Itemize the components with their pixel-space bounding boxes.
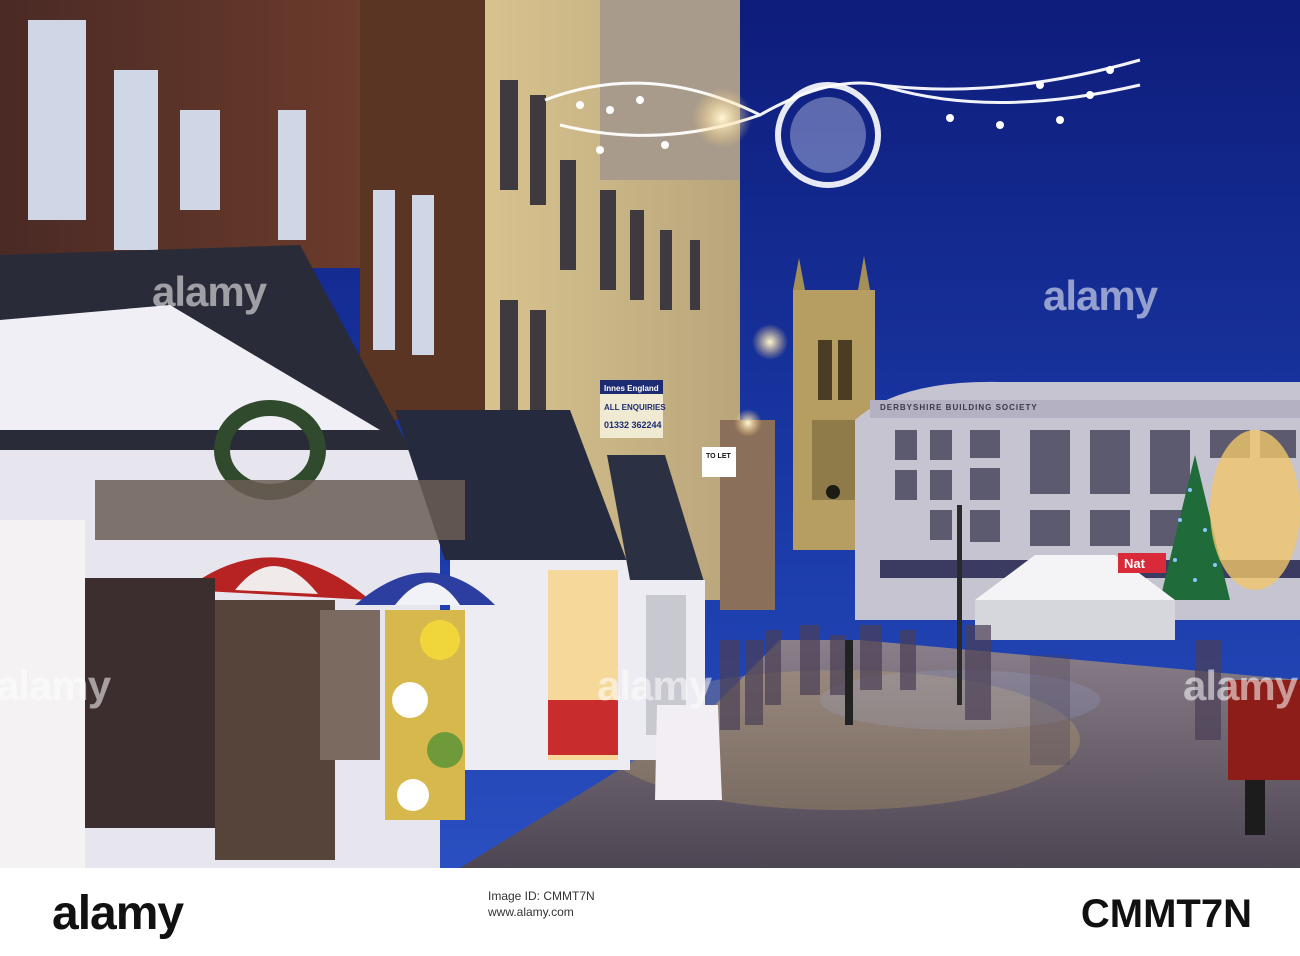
watermark-bottom-left: alamy bbox=[0, 662, 111, 709]
alamy-logo: alamy bbox=[52, 887, 184, 940]
lamp-post bbox=[957, 505, 962, 705]
bollard bbox=[845, 640, 853, 725]
hats-display bbox=[95, 480, 465, 540]
image-id: CMMT7N bbox=[1080, 892, 1252, 936]
estate-agent-sign: Innes England ALL ENQUIRIES 01332 362244 bbox=[600, 380, 666, 438]
watermark-bottom-right: alamy bbox=[1183, 662, 1298, 709]
footer-meta-line1: Image ID: CMMT7N bbox=[488, 889, 595, 903]
agent-name-text: Innes England bbox=[604, 384, 659, 393]
society-banner-text: DERBYSHIRE BUILDING SOCIETY bbox=[880, 403, 1038, 412]
street-lamp-glow bbox=[692, 88, 752, 148]
shop-sign: Nat bbox=[1118, 553, 1166, 573]
agent-line-text: ALL ENQUIRIES bbox=[604, 403, 666, 412]
watermark-left: alamy bbox=[152, 268, 267, 315]
footer-meta-line2: www.alamy.com bbox=[488, 905, 574, 919]
stock-footer: alamy Image ID: CMMT7N www.alamy.com CMM… bbox=[0, 868, 1300, 956]
to-let-sign: TO LET bbox=[702, 447, 736, 477]
toy-hats-stand bbox=[385, 610, 465, 820]
agent-phone-text: 01332 362244 bbox=[604, 420, 662, 430]
footer-meta: Image ID: CMMT7N www.alamy.com bbox=[488, 888, 595, 920]
a-frame-board bbox=[655, 705, 722, 800]
watermark-bottom-center: alamy bbox=[597, 662, 712, 709]
shop-name-text: Nat bbox=[1124, 556, 1146, 571]
to-let-text: TO LET bbox=[706, 453, 731, 460]
watermark-right: alamy bbox=[1043, 272, 1158, 319]
lit-tree bbox=[1210, 430, 1300, 590]
street-photo: Innes England ALL ENQUIRIES 01332 362244… bbox=[0, 0, 1300, 868]
